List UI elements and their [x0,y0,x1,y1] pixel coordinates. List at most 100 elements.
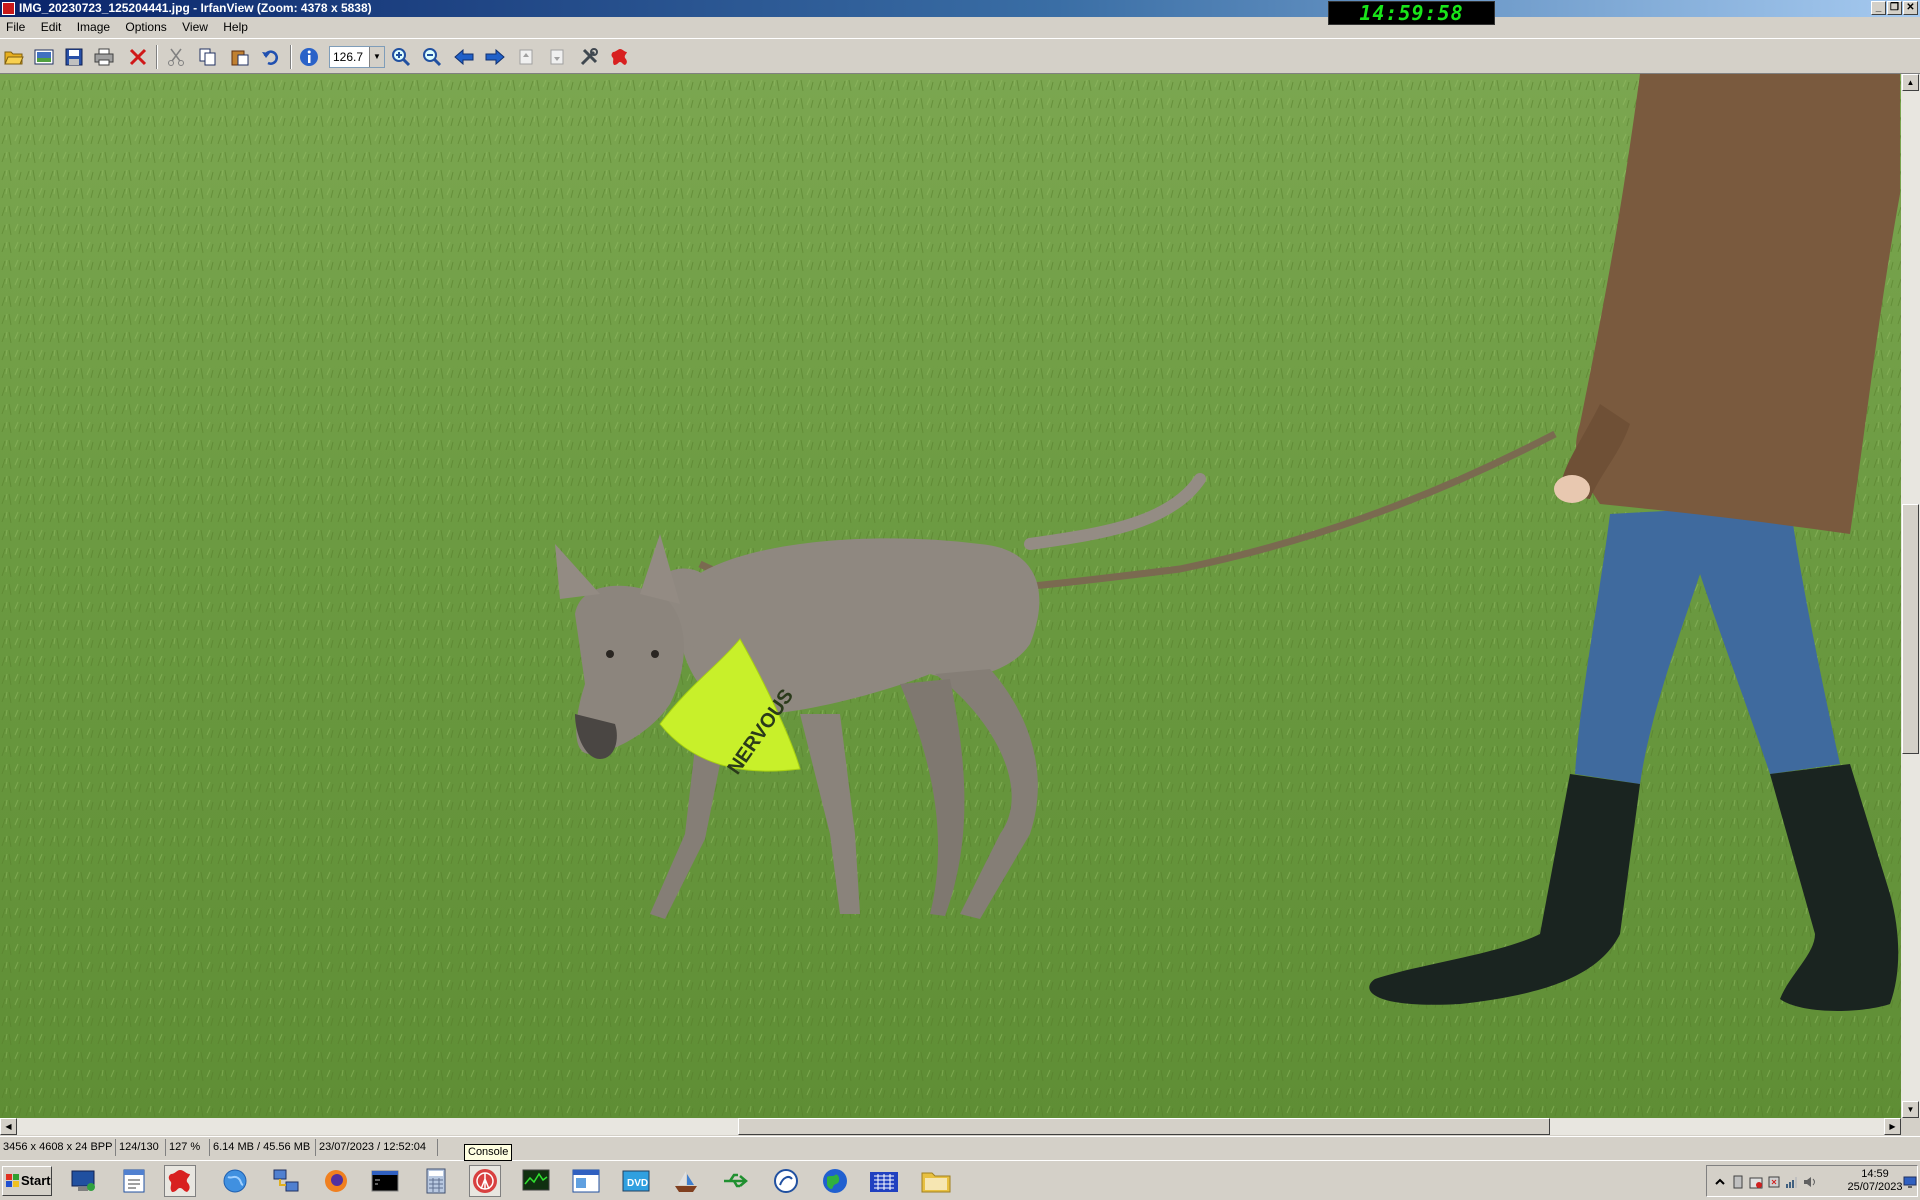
quicklaunch-notepad[interactable] [118,1165,150,1197]
zoom-out-button[interactable] [420,45,444,69]
usb-tray-icon[interactable] [1731,1175,1745,1189]
notepad-icon [123,1169,145,1193]
print-button[interactable] [92,45,116,69]
vertical-scrollbar[interactable]: ▲ ▼ [1901,74,1920,1118]
previous-icon [454,49,474,65]
volume-icon[interactable] [1803,1175,1817,1189]
settings-button[interactable] [577,45,601,69]
horizontal-scroll-thumb[interactable] [738,1118,1550,1135]
quicklaunch-grid-app[interactable] [868,1165,900,1197]
vertical-scroll-thumb[interactable] [1902,504,1919,754]
close-button[interactable]: ✕ [1903,1,1918,15]
status-zoom: 127 % [166,1139,210,1156]
copy-button[interactable] [196,45,220,69]
grid-app-icon [870,1172,898,1192]
quicklaunch-folder[interactable] [920,1165,952,1197]
console-tooltip: Console [464,1144,513,1161]
previous-button[interactable] [452,45,476,69]
quicklaunch-window[interactable] [570,1165,602,1197]
cut-button[interactable] [164,45,188,69]
monitor-tray-icon[interactable] [1903,1175,1917,1189]
menu-image[interactable]: Image [71,17,116,37]
quicklaunch-monitor[interactable] [520,1165,552,1197]
image-viewport[interactable]: NERVOUS [0,74,1901,1118]
irfanview-app-icon[interactable] [2,2,15,15]
info-button[interactable] [297,45,321,69]
quicklaunch-firefox[interactable] [320,1165,352,1197]
tray-clock[interactable]: 14:59 25/07/2023 [1840,1168,1910,1194]
quicklaunch-desktop[interactable] [68,1165,100,1197]
paste-icon [231,50,249,66]
first-page-button[interactable] [514,45,538,69]
earth-icon [823,1169,847,1193]
menu-options[interactable]: Options [119,17,172,37]
quicklaunch-network[interactable] [270,1165,302,1197]
quicklaunch-boat[interactable] [670,1165,702,1197]
status-bar: 3456 x 4608 x 24 BPP 124/130 127 % 6.14 … [0,1136,1920,1158]
menu-file[interactable]: File [0,17,31,37]
thumbnails-button[interactable] [32,45,56,69]
minimize-icon: _ [1875,2,1882,13]
status-memory: 6.14 MB / 45.56 MB [210,1139,316,1156]
globe-icon [223,1169,247,1193]
restore-button[interactable]: ❐ [1887,1,1902,15]
photo-canvas: NERVOUS [0,74,1901,1118]
quicklaunch-usb[interactable] [720,1165,752,1197]
safe-remove-icon[interactable] [1767,1175,1781,1189]
arrow-right-icon: ▶ [1889,1122,1896,1131]
last-page-button[interactable] [545,45,569,69]
restore-icon: ❐ [1890,2,1899,13]
last-page-icon [550,49,564,65]
scroll-right-button[interactable]: ▶ [1884,1118,1901,1135]
next-button[interactable] [483,45,507,69]
cut-icon [168,48,184,66]
menu-help[interactable]: Help [217,17,254,37]
quicklaunch-dvd[interactable]: DVD [620,1165,652,1197]
thumbnails-icon [34,49,54,65]
save-button[interactable] [62,45,86,69]
delete-button[interactable] [126,45,150,69]
undo-button[interactable] [258,45,282,69]
paste-button[interactable] [228,45,252,69]
settings-icon [580,48,598,66]
quicklaunch-dragon[interactable] [770,1165,802,1197]
firefox-icon [325,1170,347,1192]
title-bar: IMG_20230723_125204441.jpg - IrfanView (… [0,0,1920,17]
horizontal-scrollbar[interactable]: ◀ ▶ [0,1118,1901,1135]
about-button[interactable] [608,45,632,69]
quicklaunch-earth[interactable] [819,1165,851,1197]
close-icon: ✕ [1906,2,1915,13]
dragon-icon [774,1169,798,1193]
minimize-button[interactable]: _ [1871,1,1886,15]
zoom-in-button[interactable] [389,45,413,69]
scroll-up-button[interactable]: ▲ [1902,74,1919,91]
quicklaunch-irfanview[interactable] [164,1165,196,1197]
open-icon [4,51,24,65]
chevron-down-icon[interactable]: ▼ [369,47,384,67]
quicklaunch-command-prompt[interactable] [369,1165,401,1197]
scroll-left-button[interactable]: ◀ [0,1118,17,1135]
undo-icon [262,50,278,65]
taskbar: Start DVD 14:59 25/07/2023 [0,1160,1920,1200]
zoom-out-icon [423,48,442,67]
zoom-combobox[interactable]: 126.7 ▼ [329,46,385,68]
status-file-index: 124/130 [116,1139,166,1156]
windows-logo-icon [6,1174,19,1187]
zoom-in-icon [392,48,411,67]
scroll-down-button[interactable]: ▼ [1902,1101,1919,1118]
chevron-up-icon[interactable] [1713,1175,1727,1189]
quicklaunch-console[interactable] [469,1165,501,1197]
open-button[interactable] [2,45,26,69]
usb-icon [724,1173,748,1188]
desktop-clock: 14:59:58 [1328,1,1495,25]
network-tray-icon[interactable] [1785,1175,1799,1189]
quicklaunch-browser-globe[interactable] [219,1165,251,1197]
boat-icon [675,1171,697,1192]
security-tray-icon[interactable] [1749,1175,1763,1189]
menu-edit[interactable]: Edit [35,17,68,37]
quicklaunch-calculator[interactable] [420,1165,452,1197]
save-icon [65,48,83,66]
start-label: Start [21,1173,51,1188]
menu-view[interactable]: View [176,17,214,37]
start-button[interactable]: Start [2,1166,52,1196]
